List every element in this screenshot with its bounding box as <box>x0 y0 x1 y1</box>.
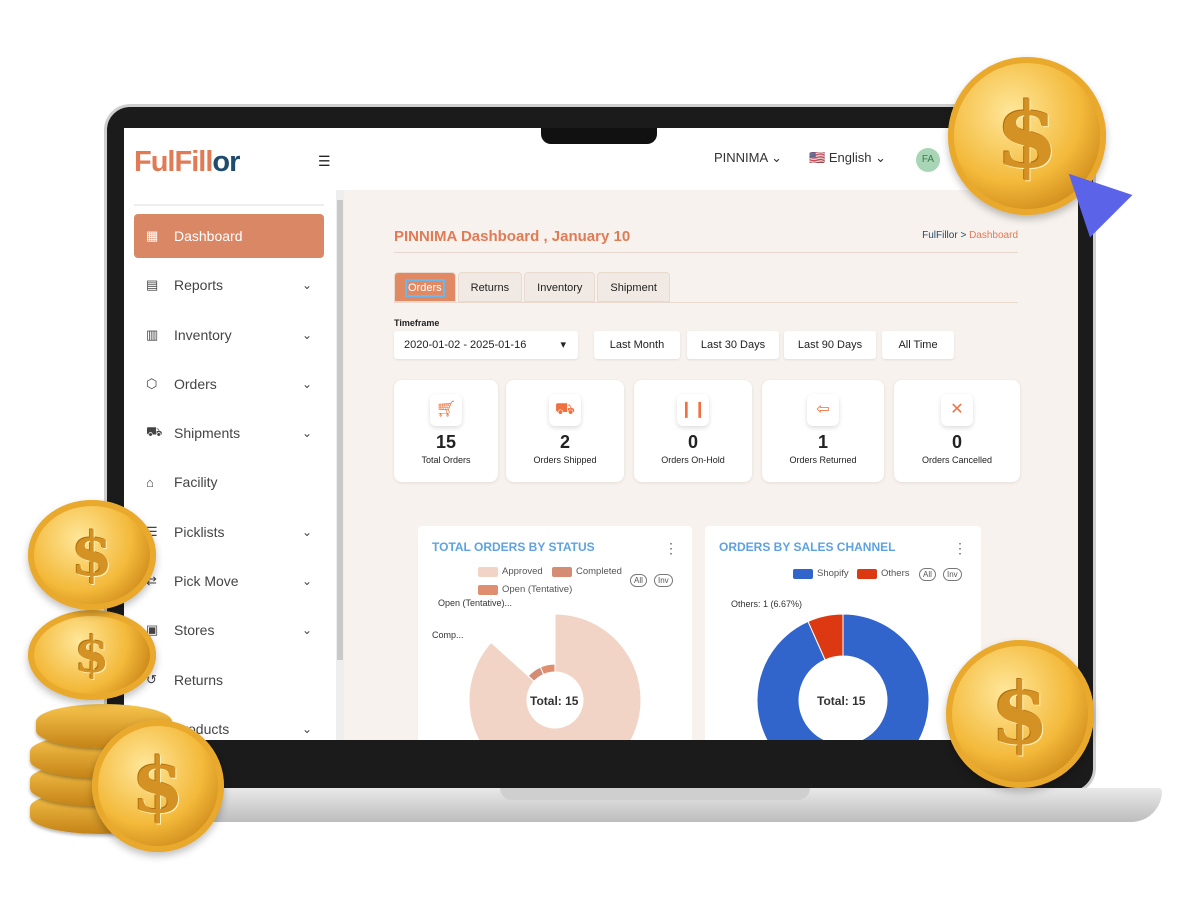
sidebar-item-dashboard[interactable]: ▦ Dashboard <box>134 214 324 258</box>
coin-decoration: $ <box>28 500 156 610</box>
chevron-down-icon[interactable]: ⌄ <box>302 574 312 588</box>
stat-value: 1 <box>817 432 828 452</box>
stat-card[interactable]: ⛟ 2 Orders Shipped <box>506 380 624 482</box>
sidebar-item-pick-move[interactable]: ⇄ Pick Move ⌄ <box>134 559 324 603</box>
return-clipboard-icon: ⇦ <box>807 394 839 426</box>
chevron-down-icon[interactable]: ⌄ <box>302 525 312 539</box>
sidebar-item-label: Pick Move <box>174 573 239 590</box>
chevron-down-icon[interactable]: ⌄ <box>302 722 312 736</box>
breadcrumb-home[interactable]: FulFillor <box>922 230 958 241</box>
stat-value: 0 <box>687 432 698 452</box>
collapse-menu-icon[interactable]: ☰ <box>318 153 331 170</box>
sidebar-item-stores[interactable]: ▣ Stores ⌄ <box>134 608 324 652</box>
cart-icon: 🛒︎ <box>430 394 462 426</box>
stat-label: Orders Shipped <box>533 455 597 465</box>
sidebar-item-label: Dashboard <box>174 228 243 244</box>
center-total: Total: 15 <box>817 694 866 708</box>
sidebar-item-label: Reports <box>174 277 224 294</box>
sidebar-item-reports[interactable]: ▤ Reports ⌄ <box>134 263 324 307</box>
sidebar-item-label: Returns <box>174 671 224 688</box>
orders-by-status-panel: TOTAL ORDERS BY STATUS ⋮ Approved Comple… <box>418 526 692 740</box>
all-time-button[interactable]: All Time <box>882 331 954 359</box>
sidebar-item-label: Stores <box>174 622 215 639</box>
center-total: Total: 15 <box>530 694 579 708</box>
last-90-days-button[interactable]: Last 90 Days <box>784 331 876 359</box>
avatar[interactable]: FA <box>916 148 940 172</box>
stat-label: Total Orders <box>421 455 471 465</box>
cart-cancel-icon: ✕ <box>941 394 973 426</box>
coin-decoration: $ <box>28 610 156 700</box>
tabs: Orders Returns Inventory Shipment <box>394 272 672 302</box>
dashboard-icon: ▦ <box>146 228 159 243</box>
stat-value: 15 <box>435 432 457 452</box>
stat-card[interactable]: ✕ 0 Orders Cancelled <box>894 380 1020 482</box>
coin-decoration: $ <box>946 640 1094 788</box>
stat-card[interactable]: ❙❙ 0 Orders On-Hold <box>634 380 752 482</box>
us-flag-icon: 🇺🇸 <box>809 150 826 165</box>
sidebar-item-shipments[interactable]: ⛟ Shipments ⌄ <box>134 411 324 455</box>
coin-decoration: $ <box>92 720 224 852</box>
truck-icon: ⛟ <box>549 394 581 426</box>
sidebar: ▦ Dashboard ▤ Reports ⌄ ▥ Inventory ⌄ ⬡ Orders ⌄ ⛟ S… <box>134 204 324 740</box>
sidebar-scrollbar[interactable] <box>336 190 344 740</box>
language-selector[interactable]: 🇺🇸 English ⌄ <box>809 150 886 166</box>
sidebar-item-label: Shipments <box>174 425 241 442</box>
facility-icon: ⌂ <box>146 474 154 490</box>
orders-icon: ⬡ <box>146 375 158 391</box>
stat-label: Orders Returned <box>789 455 857 465</box>
sidebar-item-orders[interactable]: ⬡ Orders ⌄ <box>134 362 324 406</box>
laptop-base <box>150 788 1162 822</box>
main-content: PINNIMA Dashboard , January 10 FulFillor… <box>344 190 1078 740</box>
timeframe-label: Timeframe <box>394 318 440 328</box>
chevron-down-icon[interactable]: ⌄ <box>302 623 312 637</box>
sidebar-item-facility[interactable]: ⌂ Facility <box>134 460 324 504</box>
page-title: PINNIMA Dashboard , January 10 <box>394 228 631 245</box>
pause-icon: ❙❙ <box>677 394 709 426</box>
reports-icon: ▤ <box>146 277 159 293</box>
stat-label: Orders Cancelled <box>921 455 993 465</box>
last-month-button[interactable]: Last Month <box>594 331 680 359</box>
user-menu[interactable]: PINNIMA ⌄ <box>714 150 782 166</box>
pie-slice-approved[interactable] <box>468 613 642 740</box>
chevron-down-icon[interactable]: ⌄ <box>302 377 312 391</box>
breadcrumb: FulFillor > Dashboard <box>922 230 1018 241</box>
tab-shipment[interactable]: Shipment <box>597 272 670 302</box>
tab-inventory[interactable]: Inventory <box>524 272 596 302</box>
stat-value: 0 <box>951 432 962 452</box>
stat-card[interactable]: 🛒︎ 15 Total Orders <box>394 380 498 482</box>
chevron-down-icon[interactable]: ⌄ <box>302 278 312 292</box>
sidebar-item-picklists[interactable]: ☰ Picklists ⌄ <box>134 510 324 554</box>
stat-value: 2 <box>559 432 570 452</box>
tab-orders[interactable]: Orders <box>394 272 456 302</box>
logo: FulFillor <box>134 146 240 178</box>
sidebar-item-returns[interactable]: ↺ Returns <box>134 658 324 702</box>
camera-notch <box>541 128 657 144</box>
shipments-icon: ⛟ <box>146 424 163 440</box>
sidebar-item-label: Orders <box>174 375 217 392</box>
pie-slice-open-tentative-[interactable] <box>539 663 556 676</box>
sidebar-item-inventory[interactable]: ▥ Inventory ⌄ <box>134 313 324 357</box>
tab-returns[interactable]: Returns <box>457 272 523 302</box>
sidebar-item-label: Picklists <box>174 523 225 540</box>
stat-card[interactable]: ⇦ 1 Orders Returned <box>762 380 884 482</box>
stat-label: Orders On-Hold <box>661 455 725 465</box>
chevron-down-icon[interactable]: ⌄ <box>302 426 312 440</box>
orders-by-channel-panel: ORDERS BY SALES CHANNEL ⋮ Shopify Others… <box>705 526 981 740</box>
last-30-days-button[interactable]: Last 30 Days <box>687 331 779 359</box>
app-screen: FulFillor ☰ PINNIMA ⌄ 🇺🇸 English ⌄ FA ▦ D… <box>124 128 1078 740</box>
timeframe-select[interactable]: 2020-01-02 - 2025-01-16 <box>394 331 578 359</box>
inventory-icon: ▥ <box>146 326 159 342</box>
sidebar-item-label: Inventory <box>174 326 232 343</box>
chevron-down-icon[interactable]: ⌄ <box>302 328 312 342</box>
sidebar-item-label: Facility <box>174 474 218 491</box>
